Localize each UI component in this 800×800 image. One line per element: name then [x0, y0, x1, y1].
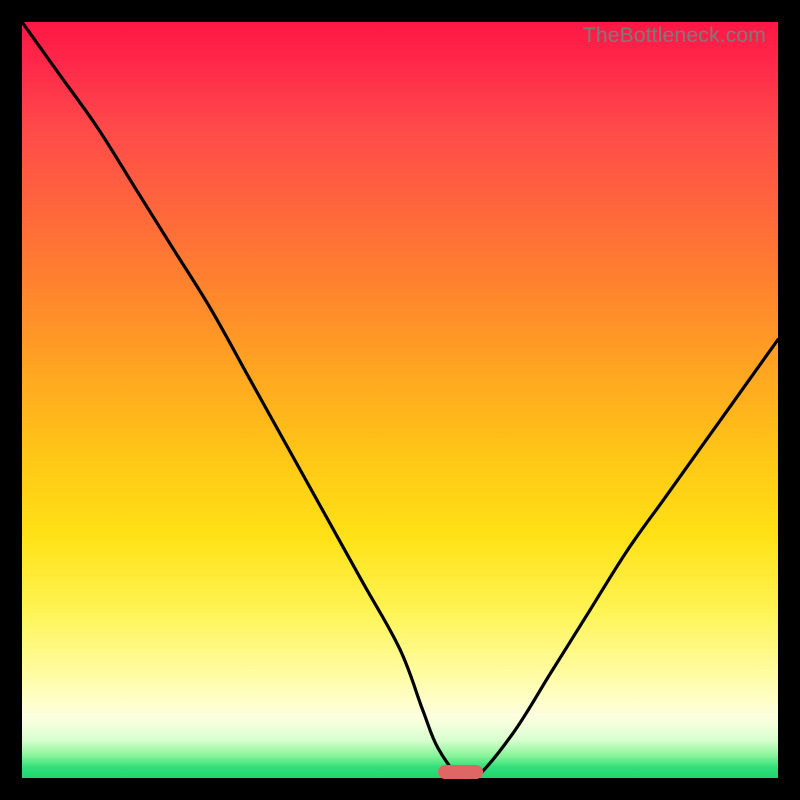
chart-frame: TheBottleneck.com [0, 0, 800, 800]
watermark-label: TheBottleneck.com [583, 24, 766, 48]
bottleneck-curve [22, 22, 778, 778]
plot-area: TheBottleneck.com [22, 22, 778, 778]
curve-path [22, 22, 778, 778]
optimum-marker [438, 765, 483, 779]
